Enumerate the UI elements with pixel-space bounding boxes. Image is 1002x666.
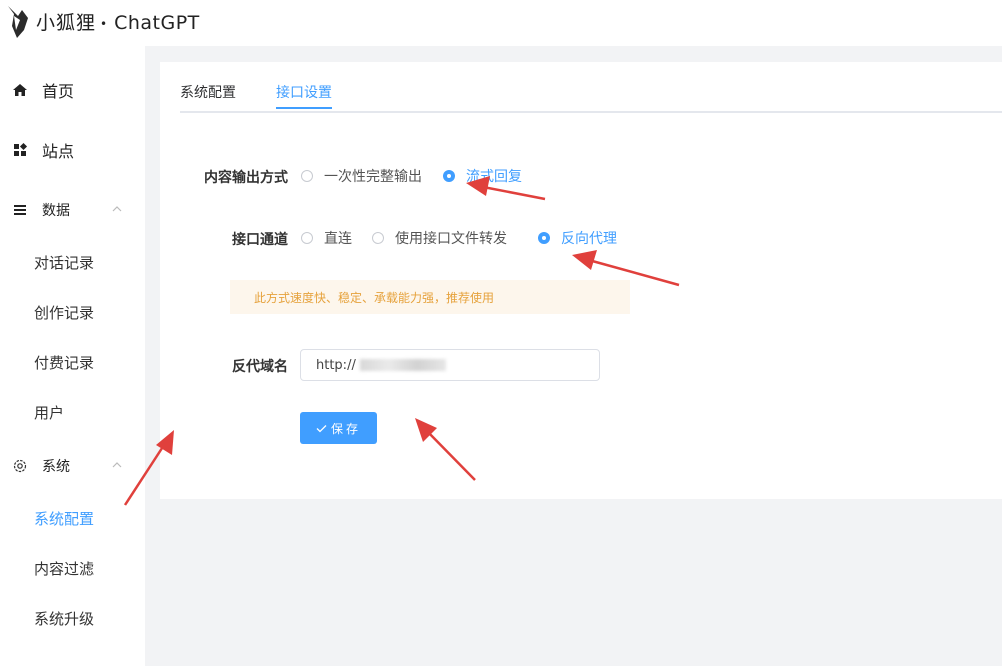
sidebar: 首页 站点 数据 对话记录 创作记录 付费记录 用户 系统 系统配置 内容过滤 … [0, 46, 145, 666]
proxy-domain-label: 反代域名 [232, 359, 288, 375]
sidebar-group-label: 数据 [42, 203, 70, 219]
save-button[interactable]: 保存 [300, 412, 377, 444]
radio-circle [443, 170, 455, 182]
sidebar-item-system-config[interactable]: 系统配置 [34, 503, 94, 533]
settings-card: 系统配置 接口设置 内容输出方式 一次性完整输出 流式回复 接口通道 直连 使用… [160, 62, 1002, 499]
sidebar-item-content-filter[interactable]: 内容过滤 [34, 553, 94, 583]
radio-label: 一次性完整输出 [324, 169, 422, 185]
sidebar-item-chat-records[interactable]: 对话记录 [34, 247, 94, 277]
grid-icon [14, 142, 28, 156]
radio-circle [301, 232, 313, 244]
sidebar-item-label: 站点 [42, 142, 75, 161]
radio-reverse-proxy[interactable]: 反向代理 [538, 228, 617, 248]
chevron-up-icon [112, 462, 122, 468]
app-brand: 小狐狸 • ChatGPT [36, 8, 200, 35]
sidebar-item-system-upgrade[interactable]: 系统升级 [34, 603, 94, 633]
sidebar-group-data[interactable]: 数据 [0, 190, 145, 230]
radio-full-output[interactable]: 一次性完整输出 [301, 166, 422, 186]
notice-banner: 此方式速度快、稳定、承载能力强，推荐使用 [230, 280, 630, 314]
proxy-domain-input[interactable]: http:// [300, 349, 600, 381]
output-mode-label: 内容输出方式 [204, 170, 288, 186]
active-tab-indicator [276, 107, 332, 109]
check-icon [316, 424, 327, 432]
sidebar-item-users[interactable]: 用户 [34, 397, 64, 427]
radio-circle [301, 170, 313, 182]
radio-file-forward[interactable]: 使用接口文件转发 [372, 228, 507, 248]
redacted-text [359, 359, 446, 371]
radio-direct[interactable]: 直连 [301, 228, 352, 248]
radio-label: 使用接口文件转发 [395, 231, 507, 247]
chevron-up-icon [112, 206, 122, 212]
sidebar-group-system[interactable]: 系统 [0, 446, 145, 486]
radio-stream-reply[interactable]: 流式回复 [443, 166, 522, 186]
tab-system-config[interactable]: 系统配置 [180, 82, 236, 102]
radio-circle [538, 232, 550, 244]
proxy-domain-value: http:// [316, 357, 356, 373]
menu-icon [14, 205, 26, 215]
app-header: 小狐狸 • ChatGPT [0, 0, 1002, 46]
sidebar-item-label: 首页 [42, 82, 75, 101]
gear-icon [13, 459, 27, 473]
brand-en: ChatGPT [114, 12, 200, 34]
brand-cn: 小狐狸 [36, 12, 97, 34]
save-button-label: 保存 [330, 421, 361, 436]
sidebar-item-home[interactable]: 首页 [0, 70, 145, 110]
radio-circle [372, 232, 384, 244]
radio-label: 直连 [324, 231, 352, 247]
tab-bar: 系统配置 接口设置 [180, 78, 1002, 113]
sidebar-item-payment-records[interactable]: 付费记录 [34, 347, 94, 377]
brand-separator: • [100, 16, 109, 31]
sidebar-group-label: 系统 [42, 459, 70, 475]
home-icon [13, 84, 27, 96]
radio-label: 反向代理 [561, 231, 617, 247]
channel-label: 接口通道 [232, 232, 288, 248]
sidebar-item-sites[interactable]: 站点 [0, 130, 145, 170]
tab-api-settings[interactable]: 接口设置 [276, 82, 332, 102]
radio-label: 流式回复 [466, 169, 522, 185]
sidebar-item-creation-records[interactable]: 创作记录 [34, 297, 94, 327]
fox-logo-icon [8, 6, 28, 38]
